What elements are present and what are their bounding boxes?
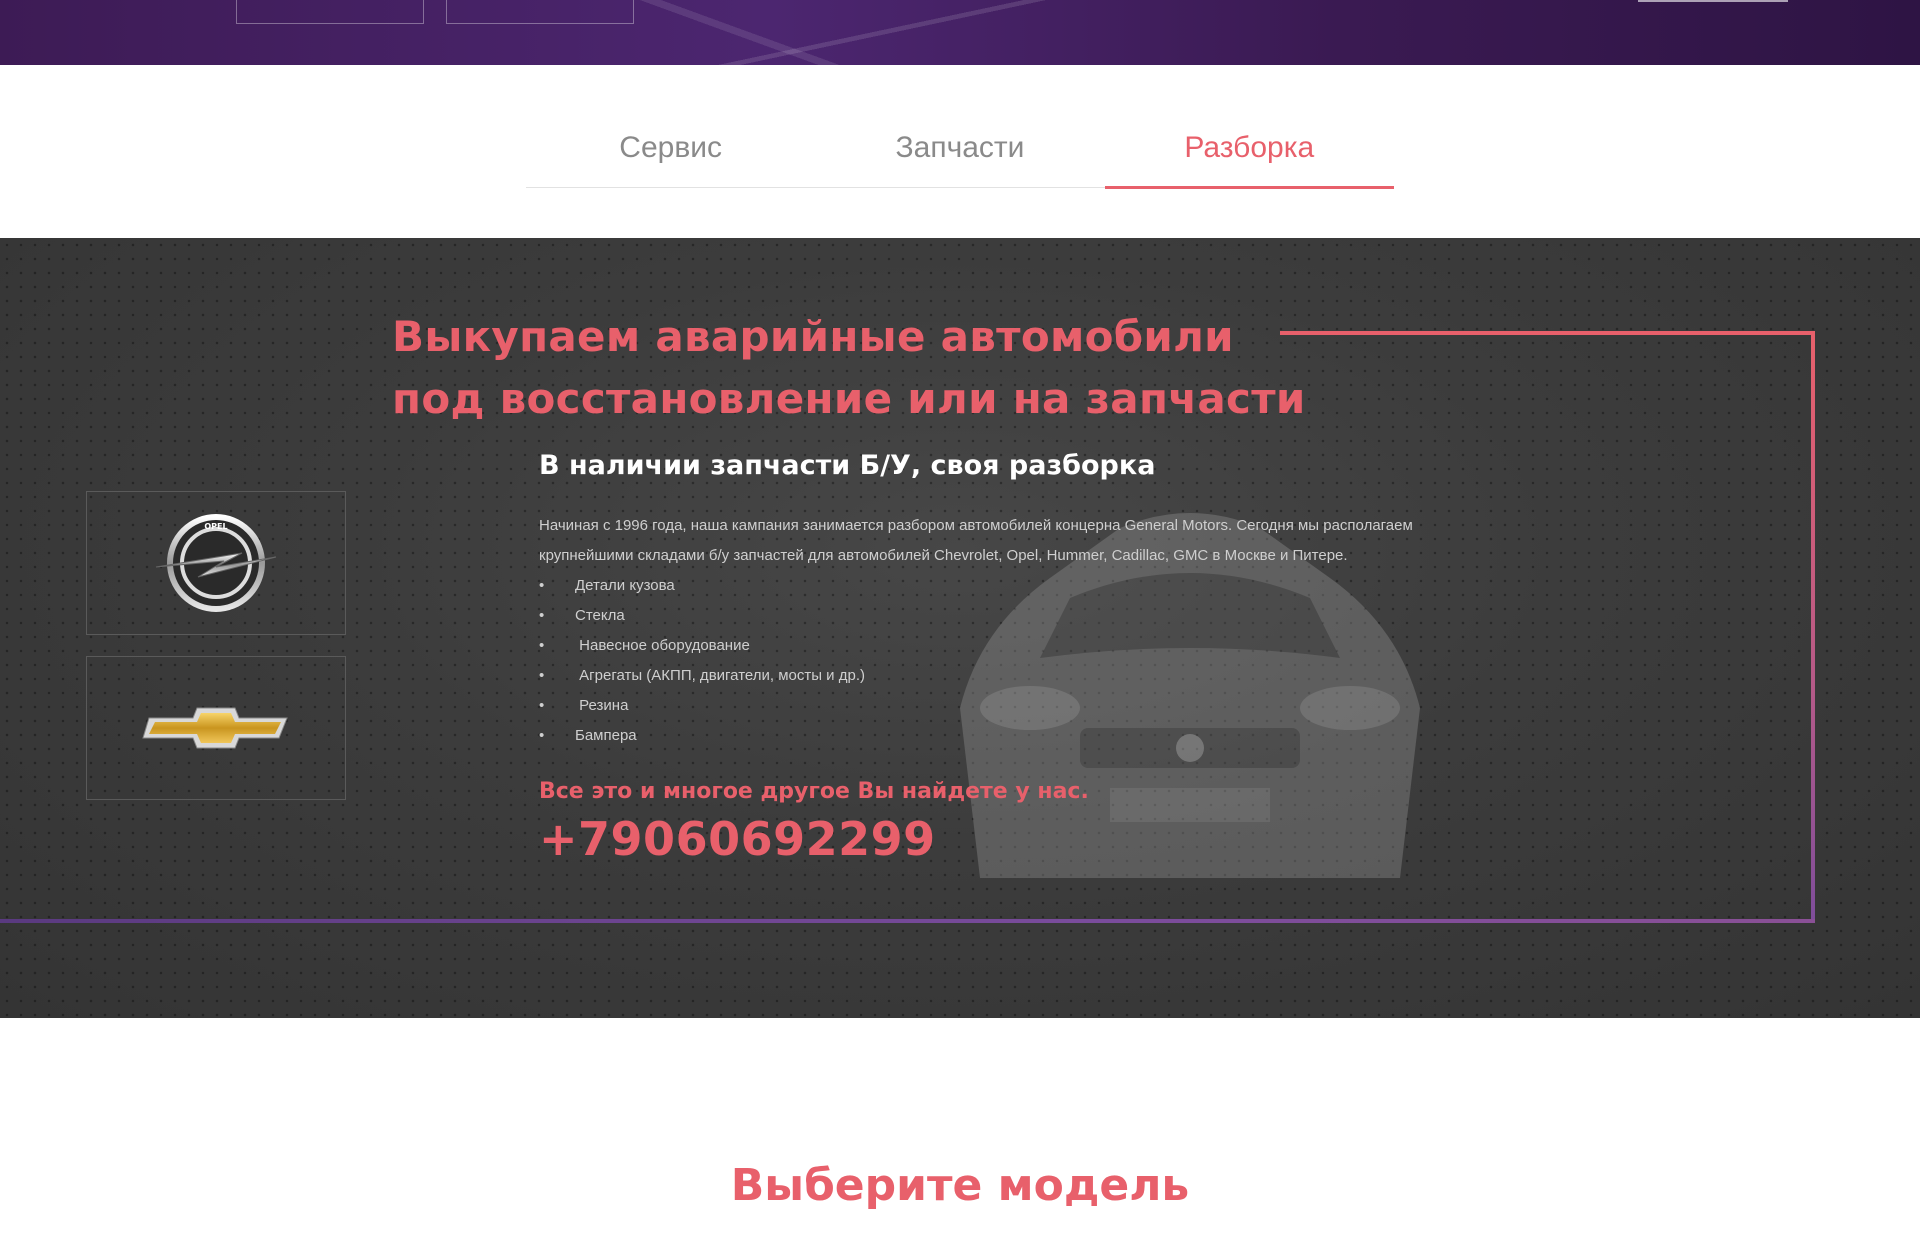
- list-item: • Детали кузова: [539, 571, 1499, 601]
- hero-underline: [1638, 0, 1788, 2]
- call-to-action: Все это и многое другое Вы найдете у нас…: [539, 779, 1089, 804]
- tab-service[interactable]: Сервис: [526, 115, 815, 187]
- brand-chevrolet-card[interactable]: [86, 656, 346, 800]
- list-bullet: •: [539, 727, 545, 744]
- list-bullet: •: [539, 667, 545, 684]
- phone-link[interactable]: +79060692299: [539, 812, 936, 866]
- tab-parts[interactable]: Запчасти: [815, 115, 1104, 187]
- headline-line-1: Выкупаем аварийные автомобили: [392, 312, 1234, 361]
- list-item: • Стекла: [539, 601, 1499, 631]
- list-item-text: Бампера: [575, 727, 637, 744]
- list-bullet: •: [539, 637, 545, 654]
- frame-line-top: [1280, 331, 1815, 335]
- list-bullet: •: [539, 577, 545, 594]
- hero-banner-bottom: [0, 0, 1920, 65]
- hero-button-right[interactable]: [446, 0, 634, 24]
- section-headline: Выкупаем аварийные автомобили под восста…: [392, 306, 1306, 430]
- list-bullet: •: [539, 607, 545, 624]
- list-item-text: Резина: [575, 697, 629, 714]
- headline-line-2: под восстановление или на запчасти: [392, 374, 1306, 423]
- list-item: • Бампера: [539, 721, 1499, 751]
- list-item-text: Стекла: [575, 607, 625, 624]
- frame-line-bottom: [0, 919, 1815, 923]
- brand-opel-card[interactable]: OPEL: [86, 491, 346, 635]
- list-item: • Навесное оборудование: [539, 631, 1499, 661]
- opel-logo-text: OPEL: [204, 522, 227, 531]
- frame-line-right: [1811, 331, 1815, 923]
- list-item: • Резина: [539, 691, 1499, 721]
- chevrolet-logo-icon: [142, 707, 288, 749]
- list-item-text: Детали кузова: [575, 577, 675, 594]
- parts-list: • Детали кузова • Стекла • Навесное оборуд…: [539, 571, 1499, 751]
- section-subtitle: В наличии запчасти Б/У, своя разборка: [539, 450, 1156, 481]
- choose-model-title: Выберите модель: [730, 1160, 1190, 1211]
- section-content: В наличии запчасти Б/У, своя разборка На…: [539, 450, 1499, 866]
- list-item-text: Агрегаты (АКПП, двигатели, мосты и др.): [575, 667, 865, 684]
- list-item-text: Навесное оборудование: [575, 637, 750, 654]
- hero-button-left[interactable]: [236, 0, 424, 24]
- list-item: • Агрегаты (АКПП, двигатели, мосты и др.…: [539, 661, 1499, 691]
- list-bullet: •: [539, 697, 545, 714]
- opel-logo-icon: OPEL: [155, 514, 277, 612]
- section-description: Начиная с 1996 года, наша кампания заним…: [539, 517, 1413, 564]
- service-tabs: Сервис Запчасти Разборка: [526, 115, 1395, 189]
- tab-dismantling[interactable]: Разборка: [1104, 115, 1395, 189]
- dismantling-section: Выкупаем аварийные автомобили под восста…: [0, 238, 1920, 1018]
